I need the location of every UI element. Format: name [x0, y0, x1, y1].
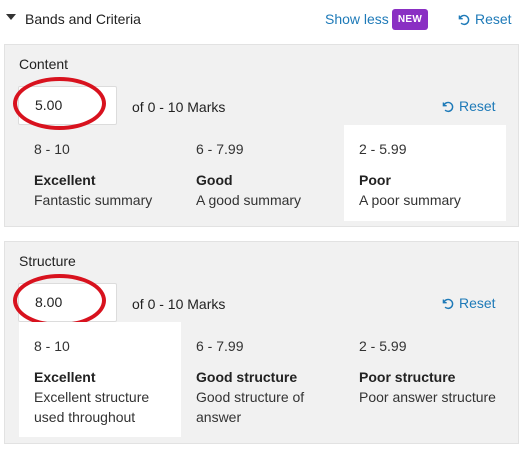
reset-all-button[interactable]: Reset	[457, 11, 512, 27]
undo-icon	[442, 298, 454, 309]
band-option[interactable]: 6 - 7.99 Good structure Good structure o…	[181, 322, 343, 437]
new-badge: NEW	[392, 9, 428, 30]
reset-label: Reset	[475, 11, 512, 27]
band-name: Poor	[359, 172, 391, 188]
band-range: 2 - 5.99	[359, 338, 407, 354]
band-range: 6 - 7.99	[196, 338, 244, 354]
undo-icon	[442, 101, 454, 112]
band-name: Excellent	[34, 172, 96, 188]
band-option-selected[interactable]: 2 - 5.99 Poor A poor summary	[344, 125, 506, 221]
band-range: 8 - 10	[34, 141, 70, 157]
reset-button[interactable]: Reset	[441, 295, 496, 311]
band-description: Excellent structure used throughout	[34, 389, 150, 425]
section-title[interactable]: Bands and Criteria	[25, 11, 141, 27]
caret-down-icon[interactable]	[6, 14, 16, 20]
criterion-panel-structure: Structure 8.00 of 0 - 10 Marks Reset 8 -…	[4, 241, 519, 444]
reset-button[interactable]: Reset	[441, 98, 496, 114]
criterion-title: Content	[19, 56, 69, 72]
score-input[interactable]: 5.00	[18, 86, 117, 125]
band-name: Poor structure	[359, 369, 456, 385]
band-description: A good summary	[196, 192, 302, 208]
band-name: Good structure	[196, 369, 298, 385]
band-name: Excellent	[34, 369, 96, 385]
band-description: Fantastic summary	[34, 192, 153, 208]
band-option[interactable]: 2 - 5.99 Poor structure Poor answer stru…	[344, 322, 506, 437]
bands-criteria-header: Bands and Criteria Show less NEW Reset	[0, 0, 519, 38]
reset-label: Reset	[459, 295, 496, 311]
band-range: 8 - 10	[34, 338, 70, 354]
marks-range-text: of 0 - 10 Marks	[132, 296, 226, 312]
score-input[interactable]: 8.00	[18, 283, 117, 322]
criterion-title: Structure	[19, 253, 76, 269]
reset-label: Reset	[459, 98, 496, 114]
band-name: Good	[196, 172, 233, 188]
band-option[interactable]: 8 - 10 Excellent Fantastic summary	[19, 125, 181, 221]
show-less-link[interactable]: Show less	[325, 11, 389, 27]
undo-icon	[458, 14, 470, 25]
band-description: Poor answer structure	[359, 389, 496, 405]
criterion-panel-content: Content 5.00 of 0 - 10 Marks Reset 8 - 1…	[4, 44, 519, 227]
band-option[interactable]: 6 - 7.99 Good A good summary	[181, 125, 343, 221]
band-range: 6 - 7.99	[196, 141, 244, 157]
band-description: A poor summary	[359, 192, 461, 208]
band-description: Good structure of answer	[196, 389, 305, 425]
band-option-selected[interactable]: 8 - 10 Excellent Excellent structure use…	[19, 322, 181, 437]
marks-range-text: of 0 - 10 Marks	[132, 99, 226, 115]
band-range: 2 - 5.99	[359, 141, 407, 157]
